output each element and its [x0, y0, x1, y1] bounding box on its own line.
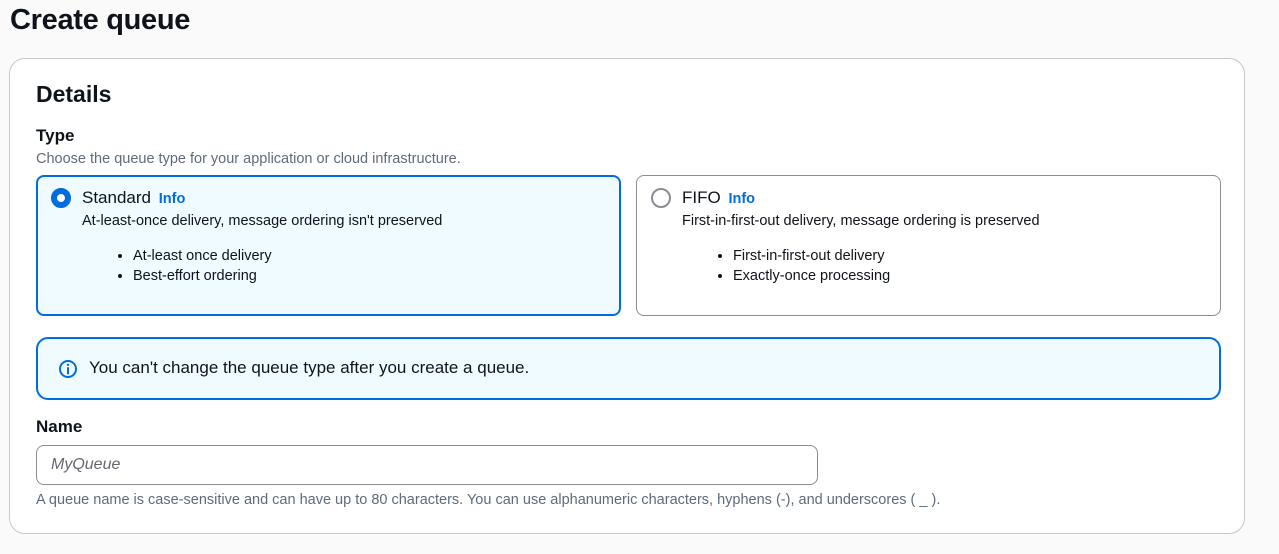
fifo-tile-title: FIFO Info	[682, 187, 755, 210]
name-label: Name	[36, 417, 83, 436]
type-label: Type	[36, 126, 75, 145]
standard-description: At-least-once delivery, message ordering…	[82, 213, 443, 229]
list-item: Best-effort ordering	[133, 266, 272, 286]
list-item: First-in-first-out delivery	[733, 246, 890, 266]
standard-feature-list: At-least once delivery Best-effort order…	[82, 246, 272, 286]
fifo-queue-tile[interactable]: FIFO Info First-in-first-out delivery, m…	[636, 175, 1221, 316]
section-title: Details	[36, 81, 112, 107]
alert-text: You can't change the queue type after yo…	[89, 358, 530, 377]
fifo-radio-button[interactable]	[651, 188, 671, 208]
name-hint: A queue name is case-sensitive and can h…	[36, 492, 941, 508]
list-item: At-least once delivery	[133, 246, 272, 266]
standard-info-link[interactable]: Info	[159, 191, 186, 207]
queue-name-input[interactable]	[36, 445, 818, 485]
type-description: Choose the queue type for your applicati…	[36, 151, 461, 167]
fifo-info-link[interactable]: Info	[728, 191, 755, 207]
standard-tile-title: Standard Info	[82, 187, 185, 210]
fifo-description: First-in-first-out delivery, message ord…	[682, 213, 1040, 229]
standard-radio-button[interactable]	[51, 188, 71, 208]
page-title: Create queue	[10, 4, 191, 36]
standard-queue-tile[interactable]: Standard Info At-least-once delivery, me…	[36, 175, 621, 316]
info-circle-icon	[59, 360, 77, 378]
fifo-feature-list: First-in-first-out delivery Exactly-once…	[682, 246, 890, 286]
info-alert: You can't change the queue type after yo…	[36, 337, 1221, 400]
details-container: Details Type Choose the queue type for y…	[9, 58, 1245, 534]
list-item: Exactly-once processing	[733, 266, 890, 286]
standard-title-text: Standard	[82, 188, 151, 207]
fifo-title-text: FIFO	[682, 188, 721, 207]
